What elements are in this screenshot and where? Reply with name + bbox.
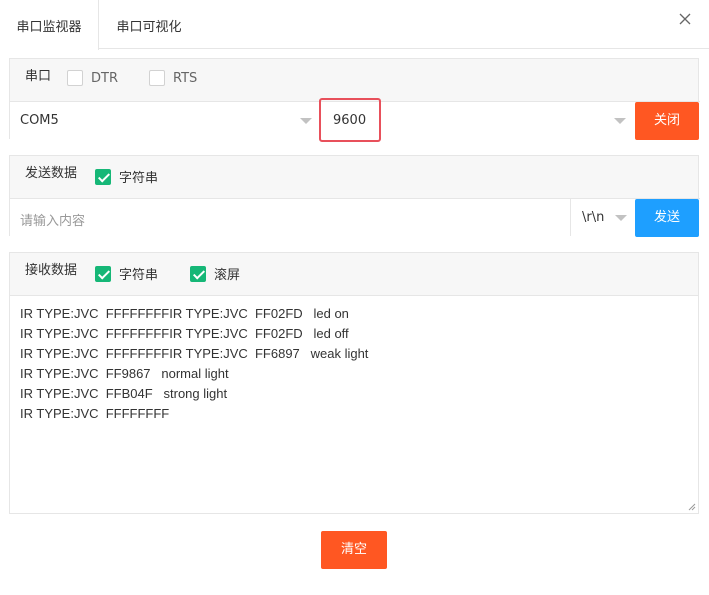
send-string-checkbox-box[interactable] [95, 168, 111, 185]
autoscroll-checkbox-box[interactable] [190, 265, 206, 282]
rts-label: RTS [173, 70, 198, 86]
baud-select[interactable]: 9600 [318, 98, 634, 142]
send-input-placeholder: 请输入内容 [20, 214, 86, 229]
send-header: 发送数据 字符串 [10, 156, 698, 198]
chevron-down-icon [614, 118, 626, 124]
chevron-down-icon [615, 215, 627, 221]
dtr-checkbox[interactable]: DTR [67, 70, 118, 86]
output-line: IR TYPE:JVC FF9867 normal light [20, 366, 229, 381]
send-controls-row: 请输入内容 \r\n 发送 [10, 198, 700, 237]
output-line: IR TYPE:JVC FFFFFFFFIR TYPE:JVC FF02FD l… [20, 306, 349, 321]
tab-serial-monitor[interactable]: 串口监视器 [0, 0, 99, 50]
baud-select-value: 9600 [333, 113, 367, 128]
receive-string-checkbox-box[interactable] [95, 265, 111, 282]
rts-checkbox-box[interactable] [149, 70, 165, 86]
serial-section: 串口 DTR RTS COM5 9600 关闭 [9, 58, 700, 142]
output-line: IR TYPE:JVC FFFFFFFFIR TYPE:JVC FF02FD l… [20, 326, 349, 341]
send-section: 发送数据 字符串 请输入内容 \r\n 发送 [9, 155, 700, 237]
receive-string-checkbox[interactable]: 字符串 [95, 264, 158, 283]
output-line: IR TYPE:JVC FFFFFFFF [20, 406, 170, 421]
output-line: IR TYPE:JVC FFFFFFFFIR TYPE:JVC FF6897 w… [20, 346, 369, 361]
receive-string-label: 字符串 [119, 268, 159, 283]
send-button[interactable]: 发送 [635, 199, 699, 237]
clear-button[interactable]: 清空 [321, 531, 387, 569]
port-select[interactable]: COM5 [10, 102, 318, 139]
send-string-checkbox[interactable]: 字符串 [95, 167, 158, 186]
resize-handle-icon[interactable] [686, 501, 696, 511]
receive-output[interactable]: IR TYPE:JVC FFFFFFFFIR TYPE:JVC FF02FD l… [9, 295, 699, 514]
tab-bar: 串口监视器 串口可视化 [0, 0, 709, 50]
line-ending-select[interactable]: \r\n [571, 199, 635, 236]
close-icon[interactable] [677, 12, 693, 28]
serial-header: 串口 DTR RTS [10, 59, 698, 101]
serial-controls-row: COM5 9600 关闭 [10, 98, 700, 142]
rts-checkbox[interactable]: RTS [149, 70, 197, 86]
output-line: IR TYPE:JVC FFB04F strong light [20, 386, 228, 401]
dtr-checkbox-box[interactable] [67, 70, 83, 86]
line-ending-value: \r\n [582, 210, 605, 225]
chevron-down-icon [300, 118, 312, 124]
close-port-button[interactable]: 关闭 [635, 102, 699, 140]
tab-serial-visualization[interactable]: 串口可视化 [99, 0, 199, 49]
send-label: 发送数据 [25, 166, 78, 181]
autoscroll-label: 滚屏 [214, 268, 241, 283]
send-input[interactable]: 请输入内容 [10, 199, 571, 236]
autoscroll-checkbox[interactable]: 滚屏 [190, 264, 240, 283]
send-string-label: 字符串 [119, 171, 159, 186]
dtr-label: DTR [91, 70, 118, 86]
receive-header: 接收数据 字符串 滚屏 [10, 253, 698, 295]
port-select-value: COM5 [20, 113, 59, 128]
serial-label: 串口 [25, 69, 52, 84]
receive-label: 接收数据 [25, 263, 78, 278]
receive-section: 接收数据 字符串 滚屏 [9, 252, 699, 296]
